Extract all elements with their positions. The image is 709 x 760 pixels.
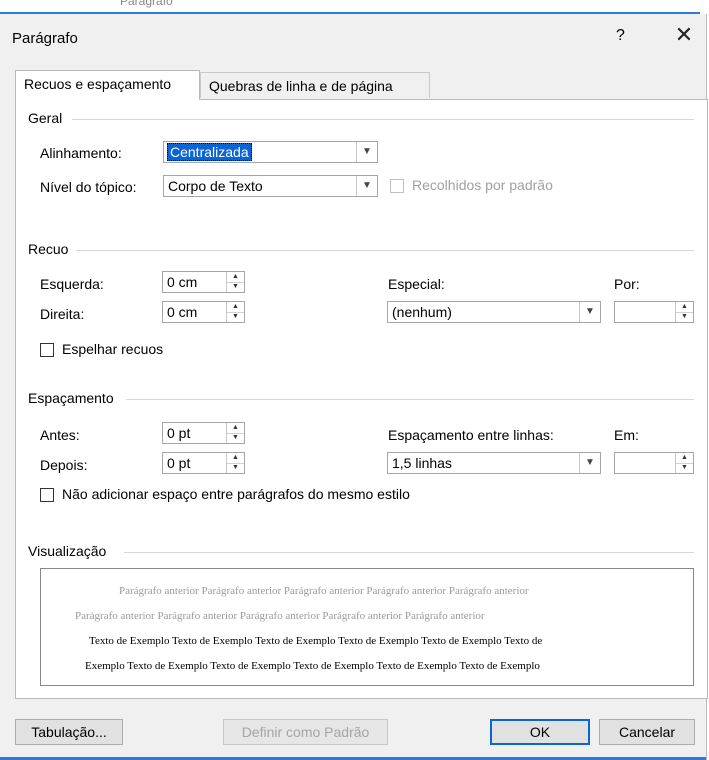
em-stepper[interactable]: ▲ ▼: [614, 452, 694, 474]
alinhamento-value: Centralizada: [167, 143, 252, 161]
section-visualizacao-divider: [124, 552, 694, 553]
chevron-down-icon[interactable]: ▼: [579, 453, 600, 473]
nivel-topico-value: Corpo de Texto: [168, 178, 263, 194]
tab-quebras-linha-pagina[interactable]: Quebras de linha e de página: [200, 72, 430, 98]
espacamento-entre-linhas-label: Espaçamento entre linhas:: [388, 427, 554, 443]
direita-label: Direita:: [40, 306, 85, 322]
esquerda-label: Esquerda:: [40, 276, 104, 292]
nao-adicionar-espaco-checkbox[interactable]: [40, 488, 54, 502]
espacamento-entre-linhas-value: 1,5 linhas: [392, 455, 452, 471]
definir-padrao-button[interactable]: Definir como Padrão: [223, 719, 388, 745]
preview-previous-line-2: Parágrafo anterior Parágrafo anterior Pa…: [75, 610, 485, 622]
espacamento-entre-linhas-select[interactable]: 1,5 linhas ▼: [387, 452, 601, 474]
section-visualizacao-title: Visualização: [28, 543, 107, 559]
depois-stepper[interactable]: 0 pt ▲ ▼: [162, 452, 245, 474]
cancelar-button[interactable]: Cancelar: [599, 719, 695, 745]
antes-label: Antes:: [40, 427, 80, 443]
tab-recuos-espacamento[interactable]: Recuos e espaçamento: [15, 70, 200, 100]
chevron-down-icon[interactable]: ▼: [356, 176, 377, 196]
direita-spin-buttons: ▲ ▼: [226, 302, 244, 322]
section-recuo-divider: [76, 250, 694, 251]
em-label: Em:: [614, 427, 639, 443]
section-espacamento-divider: [126, 399, 694, 400]
por-label: Por:: [614, 276, 640, 292]
nivel-topico-label: Nível do tópico:: [40, 179, 137, 195]
antes-spin-buttons: ▲ ▼: [226, 423, 244, 443]
recolhidos-checkbox[interactable]: [390, 179, 404, 193]
depois-spin-buttons: ▲ ▼: [226, 453, 244, 473]
paragraph-preview: Parágrafo anterior Parágrafo anterior Pa…: [40, 568, 694, 686]
dialog-title: Parágrafo: [12, 30, 78, 47]
esquerda-spin-buttons: ▲ ▼: [226, 272, 244, 292]
close-icon[interactable]: ✕: [670, 21, 698, 49]
alinhamento-select[interactable]: Centralizada ▼: [163, 141, 378, 163]
depois-value: 0 pt: [167, 455, 191, 471]
especial-value: (nenhum): [392, 304, 452, 320]
especial-select[interactable]: (nenhum) ▼: [387, 301, 601, 323]
section-recuo-title: Recuo: [28, 241, 69, 257]
esquerda-value: 0 cm: [167, 274, 198, 290]
espelhar-recuos-checkbox[interactable]: [40, 343, 54, 357]
preview-sample-line-1: Texto de Exemplo Texto de Exemplo Texto …: [89, 635, 543, 647]
spin-down-icon[interactable]: ▼: [676, 312, 693, 322]
help-icon[interactable]: ?: [616, 27, 625, 45]
chevron-down-icon[interactable]: ▼: [356, 142, 377, 162]
preview-sample-line-2: Exemplo Texto de Exemplo Texto de Exempl…: [85, 660, 540, 672]
especial-label: Especial:: [388, 276, 445, 292]
background-window-strip: Parágrafo: [0, 0, 709, 14]
tabulacao-button[interactable]: Tabulação...: [15, 719, 123, 745]
direita-stepper[interactable]: 0 cm ▲ ▼: [162, 301, 245, 323]
antes-value: 0 pt: [167, 425, 191, 441]
nao-adicionar-espaco-label: Não adicionar espaço entre parágrafos do…: [62, 486, 410, 502]
antes-stepper[interactable]: 0 pt ▲ ▼: [162, 422, 245, 444]
esquerda-stepper[interactable]: 0 cm ▲ ▼: [162, 271, 245, 293]
direita-value: 0 cm: [167, 304, 198, 320]
preview-previous-line-1: Parágrafo anterior Parágrafo anterior Pa…: [119, 585, 529, 597]
alinhamento-label: Alinhamento:: [40, 145, 122, 161]
em-spin-buttons: ▲ ▼: [675, 453, 693, 473]
spin-down-icon[interactable]: ▼: [676, 463, 693, 473]
section-espacamento-title: Espaçamento: [28, 390, 114, 406]
section-geral-title: Geral: [28, 110, 63, 126]
por-stepper[interactable]: ▲ ▼: [614, 301, 694, 323]
chevron-down-icon[interactable]: ▼: [579, 302, 600, 322]
spin-down-icon[interactable]: ▼: [227, 463, 244, 473]
por-spin-buttons: ▲ ▼: [675, 302, 693, 322]
spin-down-icon[interactable]: ▼: [227, 312, 244, 322]
recolhidos-label: Recolhidos por padrão: [412, 177, 553, 193]
spin-down-icon[interactable]: ▼: [227, 433, 244, 443]
depois-label: Depois:: [40, 457, 88, 473]
spin-down-icon[interactable]: ▼: [227, 282, 244, 292]
ok-button[interactable]: OK: [490, 719, 590, 745]
section-geral-divider: [72, 119, 694, 120]
nivel-topico-select[interactable]: Corpo de Texto ▼: [163, 175, 378, 197]
espelhar-recuos-label: Espelhar recuos: [62, 341, 164, 357]
background-window-title: Parágrafo: [120, 0, 173, 8]
